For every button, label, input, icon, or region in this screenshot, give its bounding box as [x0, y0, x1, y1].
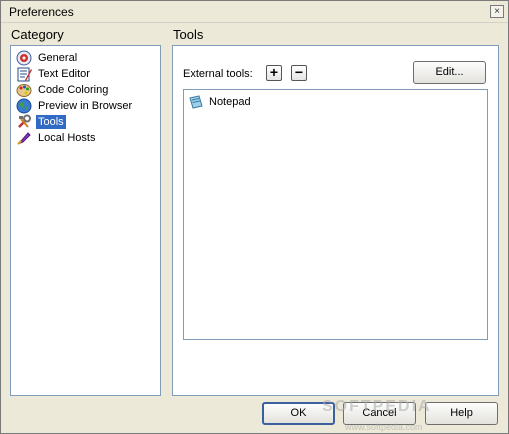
category-item-local-hosts[interactable]: Local Hosts	[16, 130, 97, 146]
external-tools-label: External tools:	[183, 68, 253, 80]
close-button[interactable]: ×	[490, 5, 504, 18]
tools-icon	[18, 114, 31, 128]
edit-button[interactable]: Edit...	[413, 61, 486, 84]
help-button[interactable]: Help	[425, 402, 498, 425]
category-item-text-editor[interactable]: Text Editor	[16, 66, 92, 82]
plus-icon: +	[269, 64, 279, 80]
notepad-icon	[189, 95, 203, 109]
category-label: Tools	[36, 115, 66, 129]
category-label: Preview in Browser	[38, 100, 133, 112]
category-label: Text Editor	[38, 68, 90, 80]
external-tools-list[interactable]: Notepad	[183, 89, 488, 340]
globe-icon	[16, 98, 32, 114]
watermark: SOFTPEDIA	[322, 398, 432, 415]
category-label: General	[38, 52, 78, 64]
title-bar: Preferences ×	[1, 1, 508, 23]
category-label: Code Coloring	[38, 84, 109, 96]
window-title: Preferences	[9, 5, 74, 19]
close-icon: ×	[494, 6, 500, 17]
category-label: Local Hosts	[38, 132, 96, 144]
tools-heading: Tools	[173, 27, 204, 42]
remove-tool-button[interactable]: −	[291, 65, 307, 81]
local-hosts-icon	[17, 132, 31, 145]
category-item-tools[interactable]: Tools	[16, 114, 66, 130]
palette-icon	[16, 84, 32, 97]
minus-icon: −	[294, 64, 304, 80]
category-item-general[interactable]: General	[16, 50, 79, 66]
tool-label: Notepad	[209, 96, 251, 108]
category-item-code-coloring[interactable]: Code Coloring	[16, 82, 110, 98]
text-editor-icon	[17, 67, 32, 82]
category-heading: Category	[11, 27, 64, 42]
category-item-preview-in-browser[interactable]: Preview in Browser	[16, 98, 134, 114]
tool-item-notepad[interactable]: Notepad	[188, 94, 251, 110]
add-tool-button[interactable]: +	[266, 65, 282, 81]
general-icon	[16, 50, 32, 66]
category-list: General Text Editor Code Coloring Previe…	[10, 45, 161, 396]
watermark-url: www.softpedia.com	[345, 422, 423, 432]
